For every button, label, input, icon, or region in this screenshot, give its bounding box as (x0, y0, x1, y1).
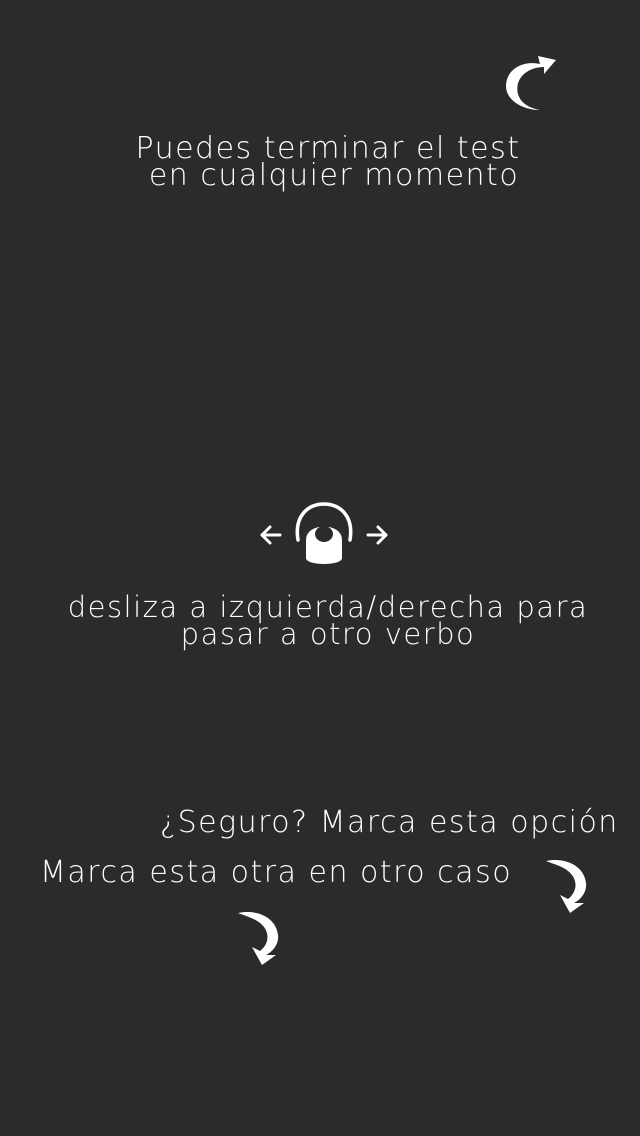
curved-arrow-down-icon (546, 859, 587, 913)
swipe-tip-line-2: pasar a otro verbo (180, 617, 476, 651)
end-test-tip-line-2: en cualquier momento (148, 158, 520, 193)
curved-arrow-down-icon (238, 911, 279, 965)
other-option-tip: Marca esta otra en otro caso (40, 855, 513, 890)
curved-arrow-up-right-icon (506, 56, 556, 110)
sure-option-tip: ¿Seguro? Marca esta opción (160, 805, 619, 840)
swipe-left-right-gesture-icon (260, 502, 388, 564)
